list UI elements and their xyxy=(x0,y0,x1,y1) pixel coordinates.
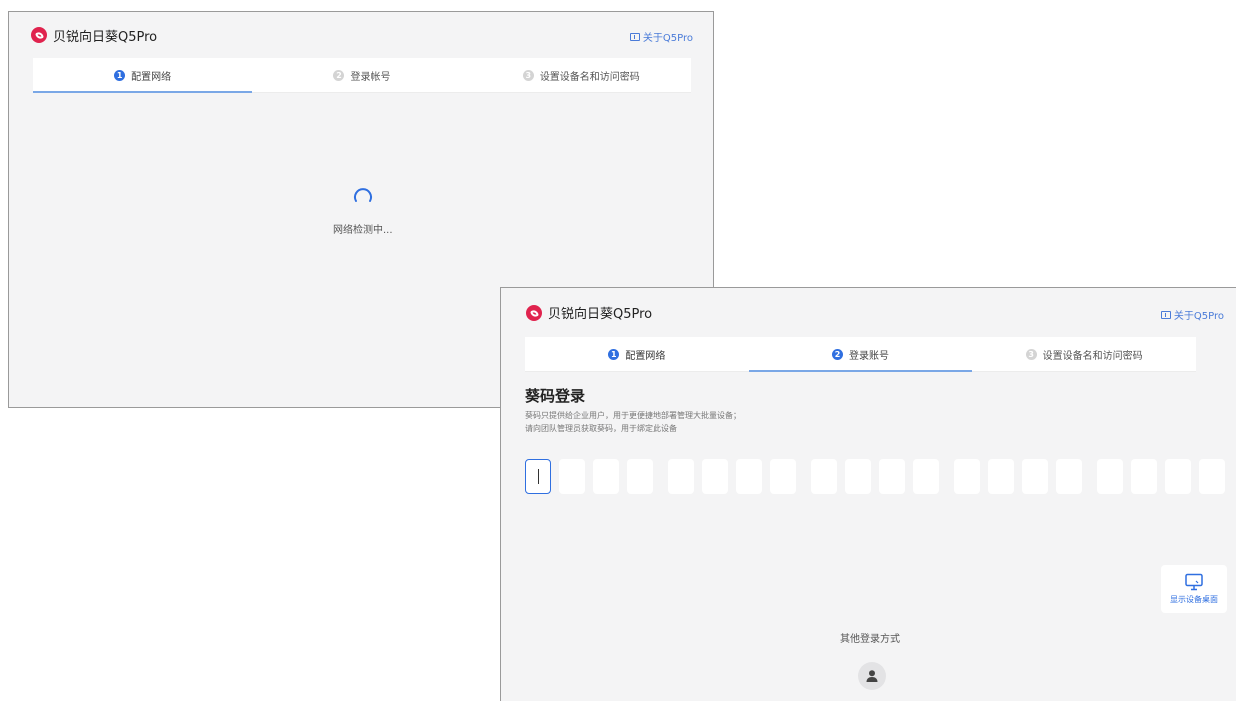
login-window: 贝锐向日葵Q5Pro 关于Q5Pro 1 配置网络 2 登录账号 3 设置设备名… xyxy=(500,287,1236,701)
step-label: 设置设备名和访问密码 xyxy=(539,71,640,83)
code-digit-input[interactable] xyxy=(1097,459,1123,494)
code-digit-input[interactable] xyxy=(1199,459,1225,494)
info-icon xyxy=(629,32,640,41)
code-digit-input[interactable] xyxy=(593,459,619,494)
step-device-name-password[interactable]: 3 设置设备名和访问密码 xyxy=(472,58,691,92)
setup-steps: 1 配置网络 2 登录账号 3 设置设备名和访问密码 xyxy=(525,337,1196,372)
code-digit-input[interactable] xyxy=(1165,459,1191,494)
code-digit-input[interactable] xyxy=(702,459,728,494)
loading-spinner-icon xyxy=(354,188,372,202)
step-number: 1 xyxy=(114,69,126,81)
show-desktop-label: 显示设备桌面 xyxy=(1170,595,1218,604)
code-digit-input[interactable] xyxy=(1022,459,1048,494)
about-label: 关于Q5Pro xyxy=(1173,311,1224,322)
app-logo-icon xyxy=(526,305,542,321)
show-desktop-button[interactable]: 显示设备桌面 xyxy=(1161,565,1227,613)
account-login-button[interactable] xyxy=(858,662,886,690)
app-title: 贝锐向日葵Q5Pro xyxy=(53,30,158,45)
description-line: 请向团队管理员获取葵码，用于绑定此设备 xyxy=(525,424,677,433)
step-configure-network[interactable]: 1 配置网络 xyxy=(33,58,253,93)
app-title: 贝锐向日葵Q5Pro xyxy=(548,307,653,322)
step-number: 1 xyxy=(608,348,620,360)
description-line: 葵码只提供给企业用户，用于更便捷地部署管理大批量设备； xyxy=(525,411,741,420)
code-digit-input[interactable] xyxy=(627,459,653,494)
loading-text: 网络检测中... xyxy=(333,225,393,236)
about-link[interactable]: 关于Q5Pro xyxy=(629,29,693,44)
about-link[interactable]: 关于Q5Pro xyxy=(1160,307,1224,322)
code-digit-input[interactable] xyxy=(770,459,796,494)
code-digit-input[interactable] xyxy=(1056,459,1082,494)
step-label: 配置网络 xyxy=(625,350,666,362)
step-label: 配置网络 xyxy=(131,71,172,83)
code-digit-input[interactable] xyxy=(811,459,837,494)
code-digit-input-active[interactable] xyxy=(525,459,551,494)
step-login-account[interactable]: 2 登录账号 xyxy=(748,337,973,372)
code-digit-input[interactable] xyxy=(559,459,585,494)
step-label: 设置设备名和访问密码 xyxy=(1042,350,1143,362)
code-digit-input[interactable] xyxy=(913,459,939,494)
code-digit-input[interactable] xyxy=(988,459,1014,494)
code-digit-input[interactable] xyxy=(736,459,762,494)
step-login-account[interactable]: 2 登录帐号 xyxy=(252,58,471,92)
code-digit-input[interactable] xyxy=(845,459,871,494)
setup-steps: 1 配置网络 2 登录帐号 3 设置设备名和访问密码 xyxy=(33,58,691,93)
code-digit-input[interactable] xyxy=(668,459,694,494)
step-number: 3 xyxy=(522,69,534,81)
about-label: 关于Q5Pro xyxy=(642,33,693,44)
monitor-icon xyxy=(1185,573,1203,591)
step-number: 2 xyxy=(832,348,843,360)
step-configure-network[interactable]: 1 配置网络 xyxy=(525,337,749,371)
other-login-label: 其他登录方式 xyxy=(840,634,900,645)
step-number: 3 xyxy=(1025,348,1037,360)
step-label: 登录账号 xyxy=(849,350,889,362)
code-digit-input[interactable] xyxy=(1131,459,1157,494)
user-icon xyxy=(866,670,878,682)
section-title: 葵码登录 xyxy=(525,387,586,405)
code-digit-input[interactable] xyxy=(954,459,980,494)
step-label: 登录帐号 xyxy=(350,71,391,83)
app-logo-icon xyxy=(31,27,47,43)
info-icon xyxy=(1160,310,1171,319)
step-device-name-password[interactable]: 3 设置设备名和访问密码 xyxy=(972,337,1196,371)
code-digit-input[interactable] xyxy=(879,459,905,494)
step-number: 2 xyxy=(333,69,345,81)
